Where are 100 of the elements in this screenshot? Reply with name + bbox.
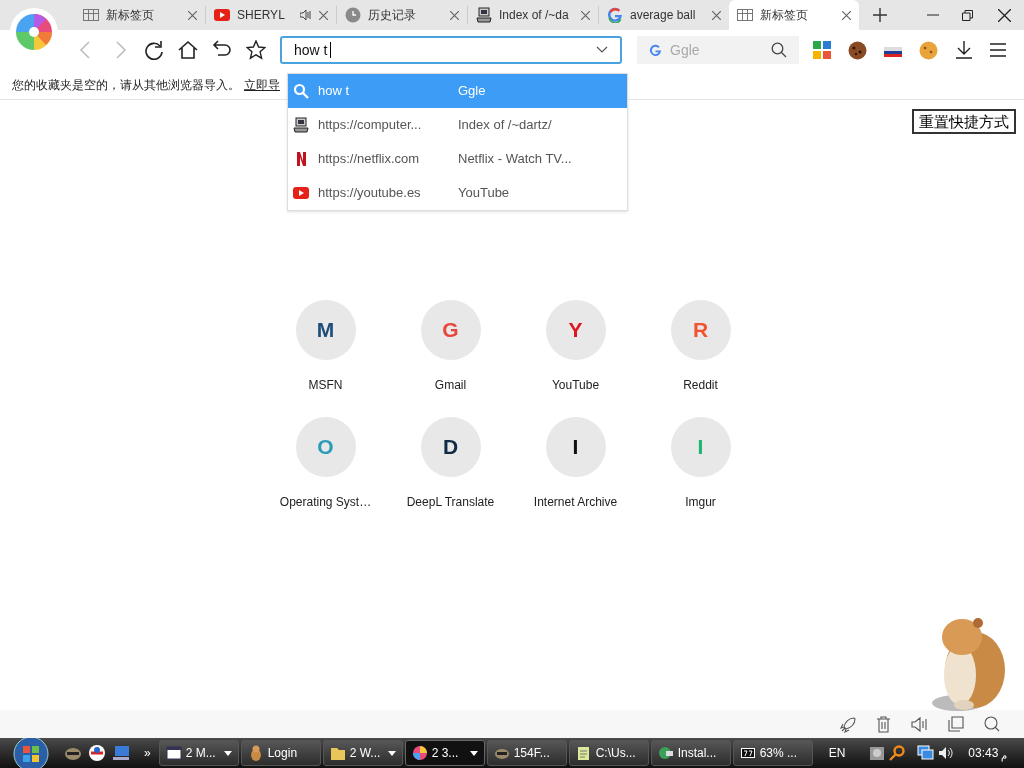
start-button[interactable] — [10, 738, 52, 768]
suggestion-item[interactable]: https://youtube.es YouTube — [288, 176, 627, 210]
taskbar-label: Login — [267, 745, 299, 762]
close-tab-icon[interactable] — [712, 10, 721, 20]
taskbar-label: 2 3... — [431, 745, 460, 762]
taskbar-button[interactable]: Instal... — [650, 740, 731, 766]
language-indicator[interactable]: EN — [828, 744, 846, 762]
search-icon — [293, 83, 309, 99]
archive-icon — [739, 745, 756, 761]
taskbar-button[interactable]: 2 W... — [322, 740, 403, 766]
close-tab-icon[interactable] — [581, 10, 590, 20]
home-icon[interactable] — [178, 40, 198, 60]
windows-apps-icon[interactable] — [813, 41, 831, 59]
close-tab-icon[interactable] — [319, 10, 328, 20]
search-icon[interactable] — [771, 42, 787, 58]
volume-icon[interactable] — [938, 745, 955, 761]
computer-icon — [293, 117, 309, 133]
folder-icon — [329, 745, 346, 761]
close-tab-icon[interactable] — [842, 10, 851, 20]
tab-title: 历史记录 — [368, 7, 417, 24]
window-icon — [165, 745, 182, 761]
tab-title: 新标签页 — [760, 7, 809, 24]
shortcut-label: Imgur — [685, 494, 716, 511]
browser-icon — [411, 745, 428, 761]
taskbar-label: C:\Us... — [595, 745, 637, 762]
search-placeholder: Ggle — [670, 40, 701, 60]
taskbar-overflow[interactable]: » — [144, 744, 151, 762]
google-icon — [649, 43, 662, 57]
shortcut-label: DeepL Translate — [406, 494, 495, 511]
computer-icon — [476, 7, 492, 23]
shortcut-label: Gmail — [434, 377, 467, 394]
shortcut-tile[interactable]: Y — [545, 300, 606, 360]
taskbar-button[interactable]: 2 M... — [158, 740, 239, 766]
taskbar-button[interactable]: Login — [240, 740, 321, 766]
taskbar-button[interactable]: 154F... — [486, 740, 567, 766]
taskbar-button[interactable]: 2 3... — [404, 740, 485, 766]
youtube-icon — [293, 185, 309, 201]
taskbar-label: 2 W... — [349, 745, 382, 762]
suggestion-text: https://youtube.es — [318, 184, 422, 203]
suggestion-title: YouTube — [458, 184, 510, 203]
suggestion-item[interactable]: https://netflix.com Netflix - Watch TV... — [288, 142, 627, 176]
shortcut-label: Internet Archive — [533, 494, 618, 511]
suggestion-title: Index of /~dartz/ — [458, 116, 552, 135]
badge-icon[interactable] — [88, 744, 106, 762]
restore-icon — [961, 9, 973, 21]
grid-icon — [83, 7, 99, 23]
tab-title: 新标签页 — [106, 7, 155, 24]
clock[interactable]: 03:43 — [968, 744, 999, 762]
menu-icon[interactable] — [990, 43, 1006, 57]
suggestion-text: https://netflix.com — [318, 150, 421, 169]
shortcut-label: Operating Syst… — [279, 494, 372, 511]
shortcut-tile[interactable]: D — [420, 417, 481, 477]
tab-title: Index of /~da — [499, 7, 570, 24]
reset-shortcuts-button[interactable]: 重置快捷方式 — [912, 109, 1016, 134]
tab-title: average ball — [630, 7, 697, 24]
computer-icon[interactable] — [112, 744, 130, 762]
shortcut-label: Reddit — [683, 377, 718, 394]
zoom-icon[interactable] — [984, 716, 1000, 732]
close-tab-icon[interactable] — [188, 10, 197, 20]
caret-icon[interactable] — [387, 750, 396, 756]
tab[interactable]: 新标签页 — [729, 0, 859, 30]
taskbar-label: 63% ... — [759, 745, 799, 762]
speaker-icon[interactable] — [911, 715, 928, 733]
star-icon[interactable] — [246, 40, 266, 60]
shortcut-tile[interactable]: I — [545, 417, 606, 477]
shortcut-label: YouTube — [551, 377, 600, 394]
taskbar-button[interactable]: C:\Us... — [568, 740, 649, 766]
minimize-icon — [927, 14, 939, 16]
suggestion-title: Ggle — [458, 82, 486, 101]
grid-icon — [737, 7, 753, 23]
suggestion-item[interactable]: https://computer... Index of /~dartz/ — [288, 108, 627, 142]
caret-icon[interactable] — [223, 750, 232, 756]
tab-title: SHERYL — [237, 7, 286, 24]
taskbar-button[interactable]: 63% ... — [732, 740, 813, 766]
cookie-icon[interactable] — [848, 40, 867, 60]
suggestion-title: Netflix - Watch TV... — [458, 150, 572, 169]
speaker-icon[interactable] — [300, 9, 312, 21]
close-tab-icon[interactable] — [450, 10, 459, 20]
rocket-icon[interactable] — [839, 715, 856, 733]
tray-magnifier-icon[interactable] — [889, 745, 906, 761]
taskbar-label: 2 M... — [185, 745, 217, 762]
notepad-icon — [575, 745, 592, 761]
caret-icon[interactable] — [469, 750, 478, 756]
installer-icon — [657, 745, 674, 761]
address-field[interactable]: how t — [280, 36, 622, 64]
trash-icon[interactable] — [876, 715, 891, 733]
address-text: how t — [294, 42, 332, 58]
download-icon[interactable] — [955, 41, 973, 59]
clock-period: م — [1001, 748, 1008, 763]
shortcut-tile[interactable]: M — [295, 300, 356, 360]
suggestion-text: how t — [318, 82, 351, 101]
close-icon — [997, 8, 1011, 22]
plus-icon — [873, 8, 887, 22]
suggestion-text: https://computer... — [318, 116, 423, 135]
taskbar-label: 154F... — [513, 745, 551, 762]
dropdown-caret-icon[interactable] — [596, 46, 608, 54]
network-icon[interactable] — [917, 745, 935, 761]
bookmarks-message: 您的收藏夹是空的，请从其他浏览器导入。 — [12, 76, 240, 94]
import-link[interactable]: 立即导 — [244, 75, 280, 94]
reload-icon[interactable] — [144, 40, 164, 60]
